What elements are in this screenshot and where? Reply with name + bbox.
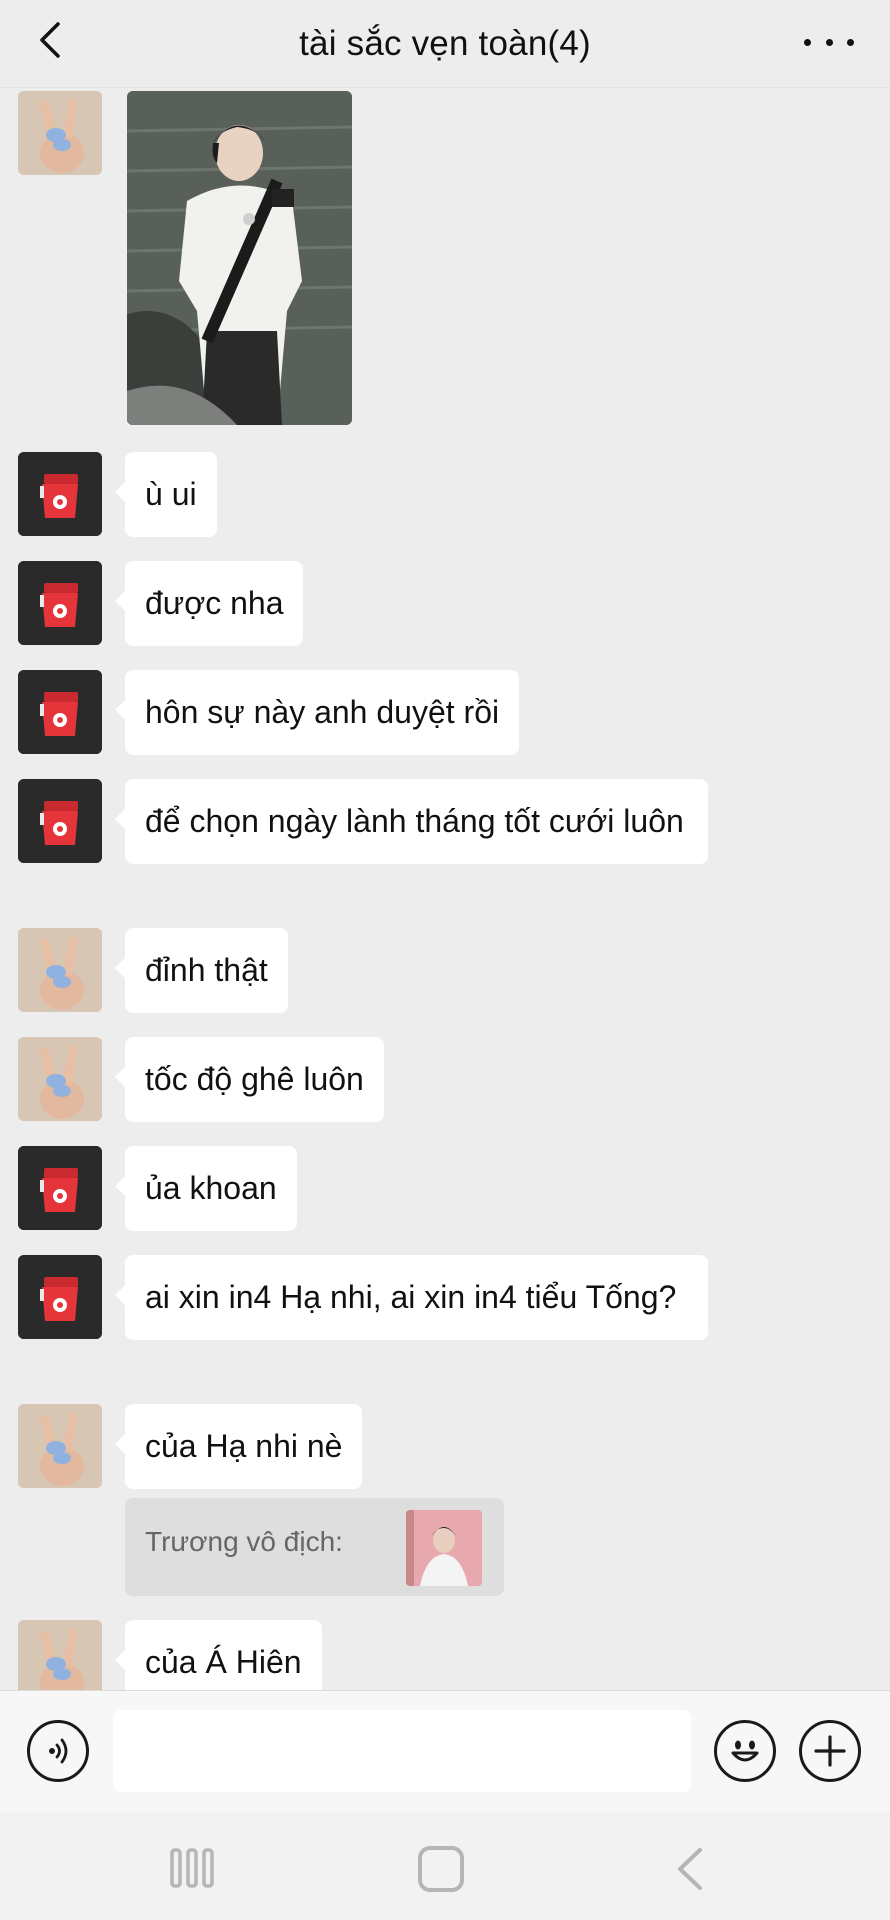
recent-apps-button[interactable] (170, 1848, 214, 1888)
chevron-left-icon (40, 22, 60, 58)
red-cup-avatar[interactable] (18, 670, 102, 754)
more-button[interactable] (804, 22, 854, 62)
message-image (0, 88, 890, 428)
chat-title: tài sắc vẹn toàn(4) (299, 23, 591, 63)
system-back-button[interactable] (670, 1846, 710, 1892)
message-input[interactable] (113, 1710, 691, 1792)
emoji-icon (731, 1740, 759, 1762)
back-button[interactable] (28, 18, 72, 62)
message-bubble[interactable]: của Á Hiên (115, 1620, 322, 1690)
system-nav-bar (0, 1812, 890, 1920)
hand-peace-avatar[interactable] (18, 1037, 102, 1121)
hand-peace-avatar[interactable] (18, 1404, 102, 1488)
input-bar (0, 1690, 890, 1812)
plus-button[interactable] (799, 1720, 861, 1782)
more-dots-icon (804, 38, 811, 46)
message-bubble[interactable]: ủa khoan (115, 1146, 297, 1231)
red-cup-avatar[interactable] (18, 452, 102, 536)
voice-button[interactable] (27, 1720, 89, 1782)
message-bubble[interactable]: để chọn ngày lành tháng tốt cưới luôn (115, 779, 708, 864)
red-cup-avatar[interactable] (18, 1146, 102, 1230)
home-button[interactable] (418, 1846, 464, 1892)
boy-white-shirt-photo[interactable] (127, 91, 352, 425)
back-arrow-icon (678, 1848, 702, 1890)
message-bubble[interactable]: tốc độ ghê luôn (115, 1037, 384, 1122)
message-bubble[interactable]: ù ui (115, 452, 217, 537)
message-bubble[interactable]: hôn sự này anh duyệt rồi (114, 670, 520, 755)
boy-pink-background-thumbnail[interactable] (406, 1510, 482, 1586)
chat-header: tài sắc vẹn toàn(4) (0, 0, 890, 88)
red-cup-avatar[interactable] (18, 561, 102, 645)
message-bubble[interactable]: ai xin in4 Hạ nhi, ai xin in4 tiểu Tống? (115, 1255, 708, 1340)
red-cup-avatar[interactable] (18, 779, 102, 863)
message-bubble[interactable]: được nha (114, 561, 304, 646)
hand-peace-avatar[interactable] (18, 91, 102, 175)
voice-icon (49, 1738, 68, 1764)
message-bubble[interactable]: đỉnh thật (115, 928, 288, 1013)
red-cup-avatar[interactable] (18, 1255, 102, 1339)
quoted-sender: Trương vô địch: (145, 1526, 343, 1557)
recent-apps-icon (170, 1848, 214, 1888)
message-list[interactable]: ù ui được nha hôn sự này anh duyệt rồi đ… (0, 88, 890, 1690)
plus-icon (814, 1735, 846, 1767)
hand-peace-avatar[interactable] (18, 1620, 102, 1690)
hand-peace-avatar[interactable] (18, 928, 102, 1012)
message-bubble[interactable]: của Hạ nhi nè (114, 1404, 363, 1489)
quoted-message[interactable]: Trương vô địch: (125, 1498, 504, 1596)
emoji-button[interactable] (714, 1720, 776, 1782)
